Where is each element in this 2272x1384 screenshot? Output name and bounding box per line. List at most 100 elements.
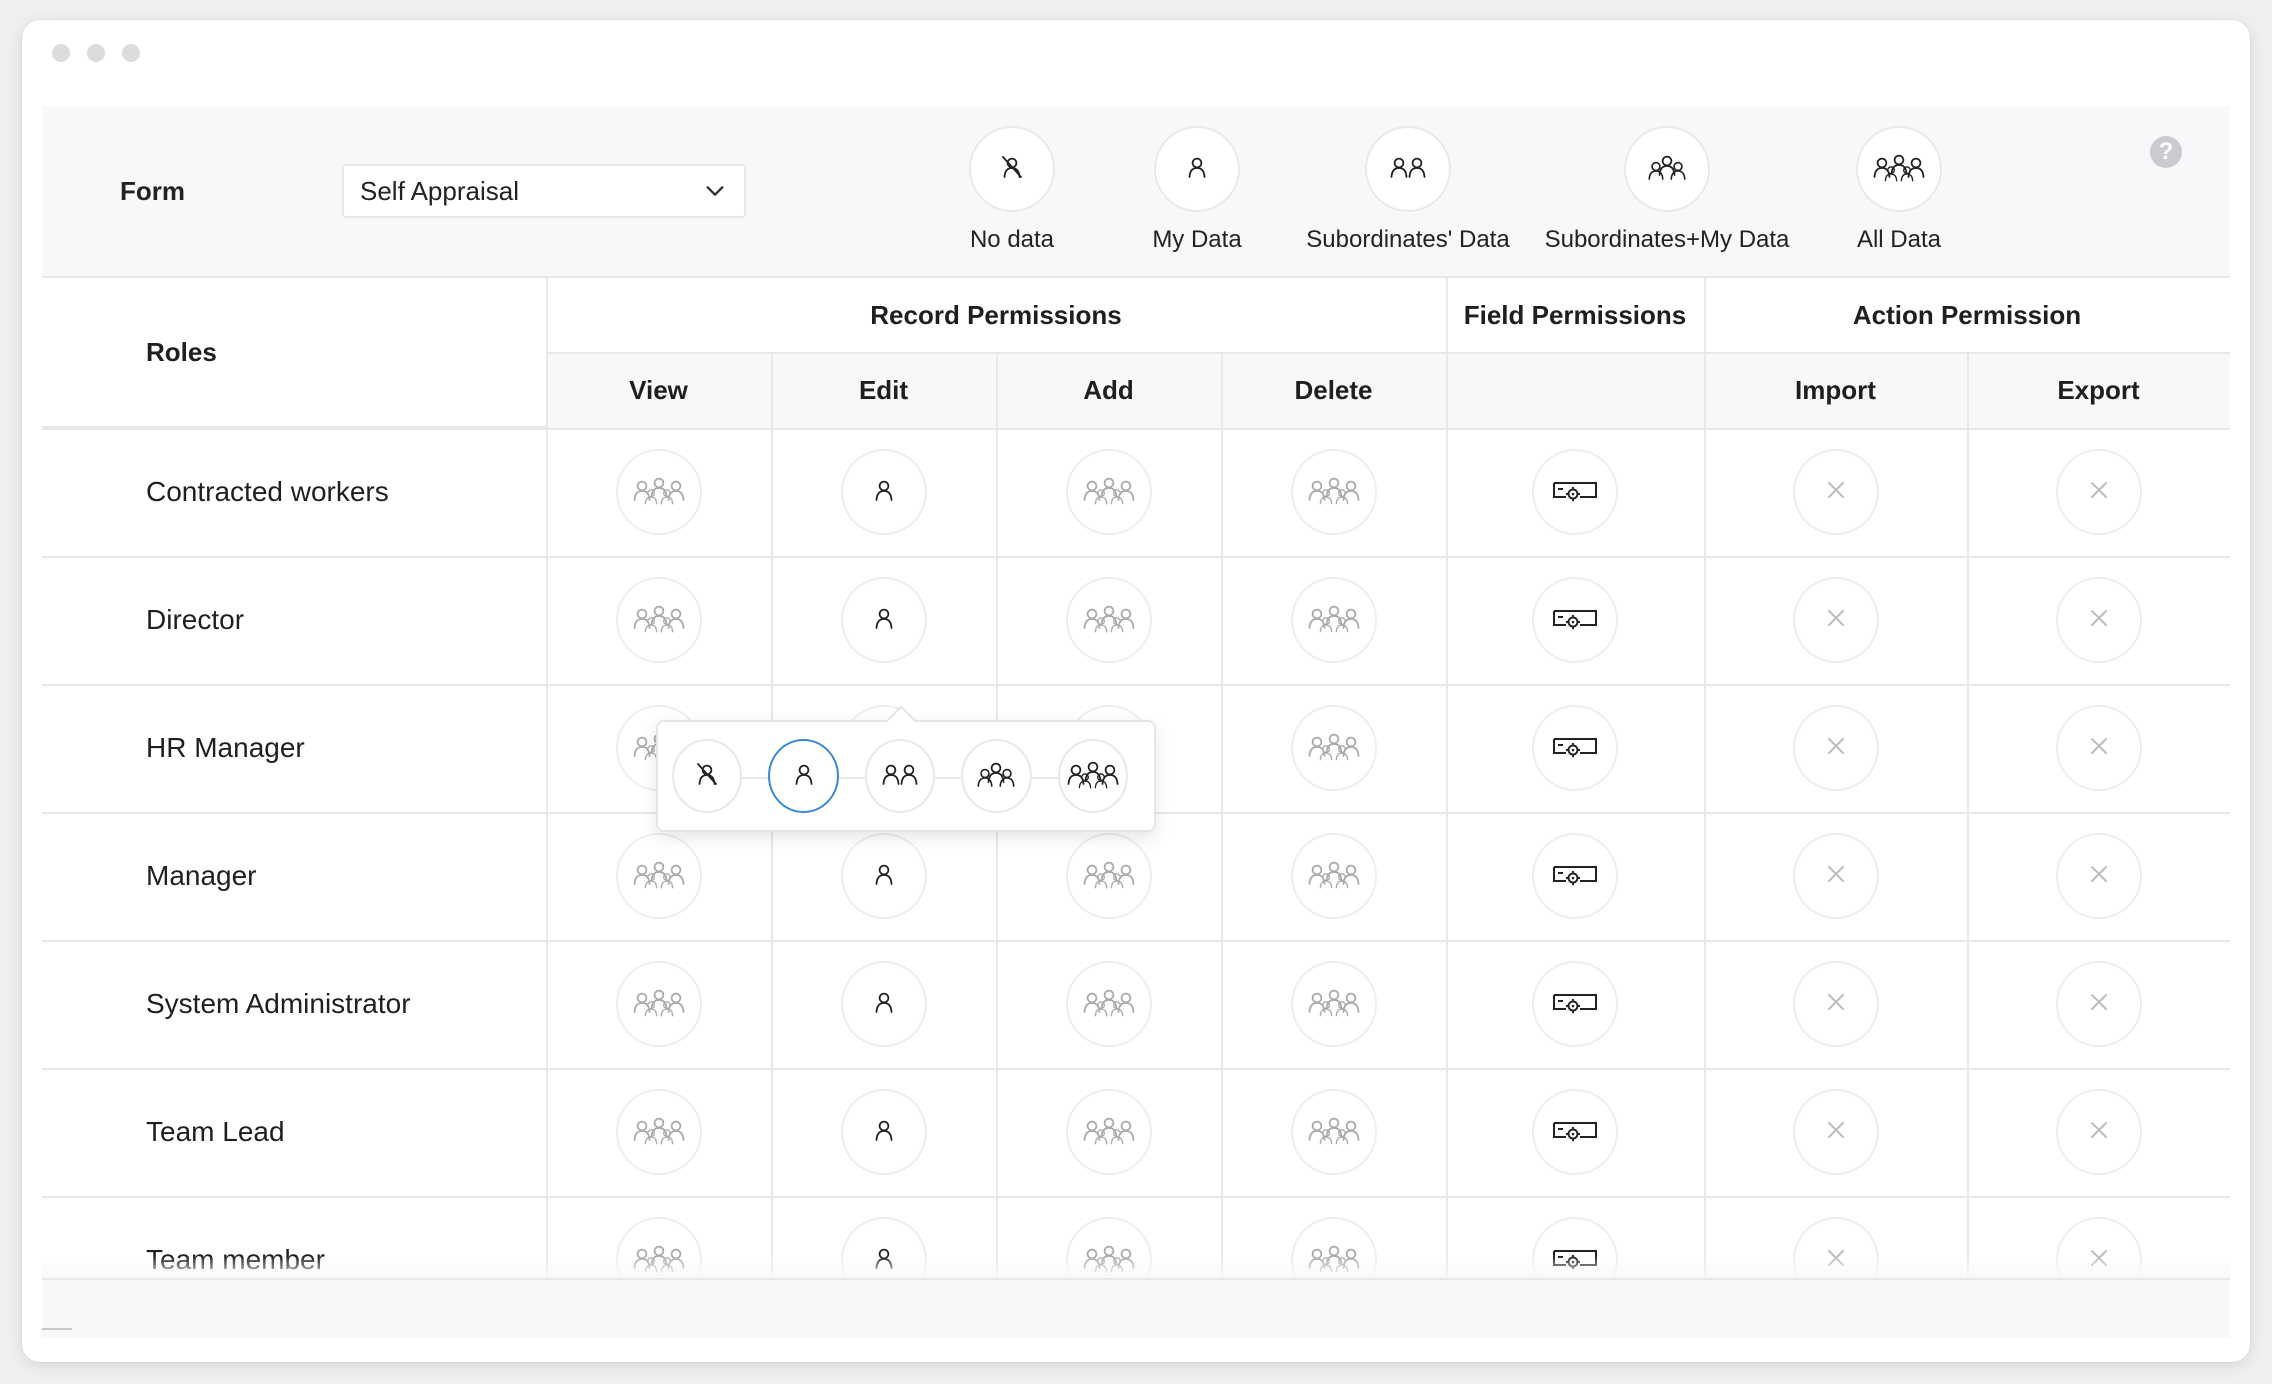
popover-option-subordinates-data[interactable] [864, 739, 936, 813]
my-data-icon [866, 472, 902, 513]
edit-permission-button[interactable] [840, 833, 927, 919]
legend-all-data: All Data [1779, 126, 2019, 254]
all-data-icon [1305, 856, 1363, 897]
cell-import [1704, 812, 1967, 940]
field-permission-button[interactable] [1532, 449, 1618, 535]
delete-permission-button[interactable] [1290, 1089, 1377, 1175]
field-settings-icon [1550, 1115, 1600, 1150]
scrollbar-handle[interactable] [42, 1328, 72, 1330]
import-permission-button[interactable] [1792, 577, 1879, 663]
cell-delete [1221, 428, 1446, 556]
all-data-icon [1305, 600, 1363, 641]
edit-permission-button[interactable] [840, 1089, 927, 1175]
window-close-dot[interactable] [52, 44, 70, 62]
legend-subordinates-my-data-label: Subordinates+My Data [1544, 226, 1790, 253]
edit-permission-button[interactable] [840, 961, 927, 1047]
export-permission-button[interactable] [2055, 449, 2142, 535]
delete-permission-button[interactable] [1290, 705, 1377, 791]
popover-option-subordinates-my-data[interactable] [961, 739, 1032, 813]
close-icon [1824, 478, 1848, 507]
delete-permission-button[interactable] [1290, 833, 1377, 919]
window-maximize-dot[interactable] [122, 44, 140, 62]
cell-add [996, 940, 1221, 1068]
my-data-icon [786, 756, 822, 797]
all-data-icon [630, 1112, 688, 1153]
row-divider-line [42, 684, 2230, 686]
import-permission-button[interactable] [1792, 705, 1879, 791]
legend-my-data-label: My Data [1152, 226, 1242, 253]
table-row: Director [42, 556, 2230, 684]
cell-export [1967, 812, 2230, 940]
window-minimize-dot[interactable] [87, 44, 105, 62]
add-permission-button[interactable] [1065, 449, 1152, 535]
popover-option-all-data[interactable] [1057, 739, 1129, 813]
edit-permission-button[interactable] [840, 577, 927, 663]
export-permission-button[interactable] [2055, 705, 2142, 791]
all-data-icon [630, 472, 688, 513]
export-permission-button[interactable] [2055, 577, 2142, 663]
import-permission-button[interactable] [1792, 449, 1879, 535]
close-icon [1824, 990, 1848, 1019]
field-permission-button[interactable] [1532, 705, 1618, 791]
view-permission-button[interactable] [615, 961, 702, 1047]
form-select[interactable]: Self Appraisal [342, 164, 746, 218]
subordinates-data-icon [875, 756, 925, 797]
delete-permission-button[interactable] [1290, 449, 1377, 535]
delete-permission-button[interactable] [1290, 577, 1377, 663]
all-data-icon [1080, 600, 1138, 641]
view-permission-button[interactable] [615, 1089, 702, 1175]
view-permission-button[interactable] [615, 449, 702, 535]
field-permission-button[interactable] [1532, 961, 1618, 1047]
all-data-icon [1064, 756, 1122, 797]
field-permission-button[interactable] [1532, 1089, 1618, 1175]
view-permission-button[interactable] [615, 833, 702, 919]
cell-export [1967, 684, 2230, 812]
field-settings-icon [1550, 859, 1600, 894]
export-permission-button[interactable] [2055, 1089, 2142, 1175]
cell-export [1967, 556, 2230, 684]
group-divider-line [546, 352, 2230, 354]
row-divider-line [42, 556, 2230, 558]
role-name: System Administrator [146, 988, 411, 1019]
import-permission-button[interactable] [1792, 961, 1879, 1047]
edit-permission-button[interactable] [840, 449, 927, 535]
popover-option-my-data[interactable] [768, 739, 839, 813]
field-permission-button[interactable] [1532, 577, 1618, 663]
my-data-icon [866, 600, 902, 641]
role-name: Contracted workers [146, 476, 389, 507]
group-header-row: Record Permissions Field Permissions Act… [42, 278, 2230, 352]
view-permission-button[interactable] [615, 577, 702, 663]
add-permission-button[interactable] [1065, 577, 1152, 663]
cell-add [996, 1068, 1221, 1196]
field-permission-button[interactable] [1532, 833, 1618, 919]
subordinates-my-data-icon [1642, 149, 1692, 190]
add-permission-button[interactable] [1065, 1089, 1152, 1175]
delete-permission-button[interactable] [1290, 961, 1377, 1047]
action-permission-header: Action Permission [1852, 299, 2082, 330]
my-data-icon [866, 856, 902, 897]
add-permission-button[interactable] [1065, 833, 1152, 919]
close-icon [1824, 734, 1848, 763]
cell-delete [1221, 684, 1446, 812]
cell-import [1704, 940, 1967, 1068]
export-permission-button[interactable] [2055, 961, 2142, 1047]
help-icon[interactable]: ? [2150, 136, 2182, 168]
all-data-icon [630, 600, 688, 641]
import-permission-button[interactable] [1792, 1089, 1879, 1175]
cell-add [996, 428, 1221, 556]
permission-popover [656, 720, 1156, 832]
cell-edit [771, 428, 996, 556]
all-data-icon [630, 984, 688, 1025]
all-data-icon [1080, 984, 1138, 1025]
all-data-icon [1080, 1112, 1138, 1153]
close-icon [2087, 606, 2111, 635]
add-permission-button[interactable] [1065, 961, 1152, 1047]
grid-top-line [42, 276, 2230, 278]
export-permission-button[interactable] [2055, 833, 2142, 919]
import-permission-button[interactable] [1792, 833, 1879, 919]
field-settings-icon [1550, 731, 1600, 766]
field-divider-line [1446, 278, 1448, 1324]
popover-option-no-data[interactable] [672, 739, 743, 813]
all-data-icon [1305, 728, 1363, 769]
cell-field [1446, 556, 1704, 684]
